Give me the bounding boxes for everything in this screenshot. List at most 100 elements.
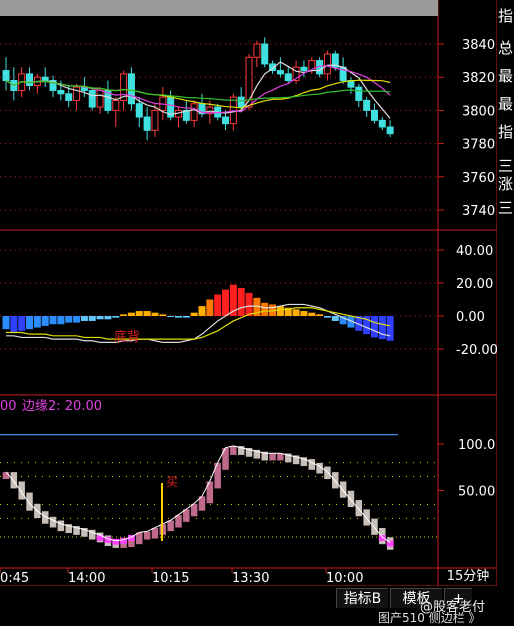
osc-annotation: 买	[166, 475, 178, 489]
macd-bar-positive	[261, 302, 269, 316]
macd-bar-positive	[127, 312, 135, 316]
macd-axis-label: -20.00	[456, 343, 498, 358]
macd-axis-label: 20.00	[456, 277, 493, 292]
price-candle-bear	[300, 66, 308, 72]
macd-bar-positive	[198, 306, 206, 316]
price-candle-bear	[41, 76, 49, 82]
sidebar-item[interactable]: 指	[498, 8, 513, 24]
macd-bar-negative	[18, 316, 26, 331]
price-candle-bull	[323, 53, 331, 75]
osc-label-prefix: 00	[0, 399, 17, 414]
price-candle-bull	[112, 99, 120, 111]
macd-bar-negative	[370, 316, 378, 338]
macd-bar-negative	[10, 316, 18, 333]
chart-canvas[interactable]: 3840 3820 3800 3780 3760 3740 40.00 20.00 0.00 -2…	[0, 0, 514, 620]
osc-bar-low	[112, 538, 120, 545]
osc-bar	[143, 531, 151, 541]
price-candle-bull	[151, 109, 159, 131]
price-candle-bear	[88, 89, 96, 108]
price-candle-bear	[370, 109, 378, 121]
osc-axis-label: 50.00	[458, 485, 495, 500]
price-candle-bull	[96, 89, 104, 108]
macd-bar-negative	[378, 316, 386, 340]
osc-bar	[2, 471, 10, 480]
osc-label: 边缘2: 20.00	[22, 399, 102, 414]
osc-axis-label: 100.0	[458, 438, 495, 453]
macd-annotation: 底背	[114, 329, 140, 345]
macd-bar-negative	[57, 316, 65, 325]
macd-bar-positive	[292, 309, 300, 316]
osc-bar	[57, 520, 65, 532]
sidebar-item[interactable]: 指	[498, 124, 513, 140]
osc-bar	[213, 462, 222, 489]
macd-bar-negative	[96, 316, 104, 320]
osc-bar	[10, 471, 18, 489]
macd-bar-negative	[80, 316, 88, 321]
price-axis-label: 3800	[462, 104, 495, 119]
osc-bar	[308, 458, 316, 471]
macd-axis-label: 40.00	[456, 244, 493, 259]
sidebar-item[interactable]: 最	[498, 96, 513, 112]
macd-bar-negative	[41, 316, 49, 326]
watermark: @股客老付	[420, 600, 486, 615]
price-candle-bull	[73, 86, 81, 101]
price-candle-bear	[2, 70, 10, 82]
osc-bar	[362, 508, 371, 527]
price-candle-bear	[135, 103, 143, 118]
osc-bar	[221, 447, 230, 471]
interval-selector[interactable]: 15分钟	[438, 568, 498, 586]
macd-bar-positive	[316, 314, 324, 316]
price-candle-bear	[355, 86, 363, 101]
macd-bar-negative	[88, 316, 96, 321]
price-candle-bear	[386, 126, 394, 135]
sidebar-item[interactable]: 涨	[498, 176, 513, 192]
macd-bar-negative	[331, 316, 339, 321]
macd-bar-negative	[65, 316, 73, 323]
macd-bar-negative	[386, 316, 394, 341]
macd-bar-positive	[190, 312, 198, 316]
panel-header-bar	[0, 0, 438, 16]
price-candle-bull	[253, 43, 261, 58]
sidebar-item[interactable]: 最	[498, 68, 513, 84]
price-candle-bear	[237, 96, 245, 108]
macd-bar-positive	[245, 292, 253, 316]
price-axis-label: 3820	[462, 71, 495, 86]
macd-bar-negative	[49, 316, 57, 325]
macd-bar-positive	[159, 314, 167, 316]
price-axis-label: 3760	[462, 171, 495, 186]
macd-bar-negative	[33, 316, 41, 328]
osc-bar	[206, 480, 214, 504]
osc-bar-low	[386, 540, 394, 547]
macd-bar-positive	[151, 312, 159, 316]
macd-bar-positive	[206, 299, 214, 316]
macd-bar-positive	[237, 287, 245, 316]
osc-bar	[323, 466, 332, 480]
macd-bar-positive	[222, 289, 230, 316]
macd-bar-positive	[135, 311, 143, 316]
indicator-b-button[interactable]: 指标B	[336, 588, 388, 608]
macd-bar-negative	[323, 316, 331, 318]
sidebar-item[interactable]: 三	[498, 158, 513, 174]
price-candle-bear	[222, 116, 230, 125]
sidebar-item[interactable]: 三	[498, 200, 513, 216]
osc-bar	[25, 492, 34, 512]
osc-bar	[268, 453, 277, 461]
osc-bar	[276, 453, 285, 461]
macd-bar-negative	[167, 316, 175, 317]
osc-bar	[331, 471, 340, 489]
osc-bar	[370, 518, 379, 536]
price-candle-bear	[363, 99, 371, 111]
macd-bar-positive	[308, 312, 316, 316]
osc-bar-low	[378, 535, 386, 541]
price-candle-bear	[143, 116, 151, 131]
time-axis-label: 10:15	[152, 571, 189, 586]
osc-bar	[229, 445, 238, 456]
price-candle-bear	[276, 70, 284, 75]
sidebar-item[interactable]: 总	[498, 40, 513, 56]
time-axis-label: 0:45	[0, 571, 29, 586]
macd-bar-negative	[73, 316, 81, 323]
osc-bar	[49, 516, 57, 528]
time-axis-label: 14:00	[68, 571, 105, 586]
price-candle-bear	[378, 119, 386, 128]
right-sidebar[interactable]: 指总最最指三涨三	[497, 0, 514, 586]
